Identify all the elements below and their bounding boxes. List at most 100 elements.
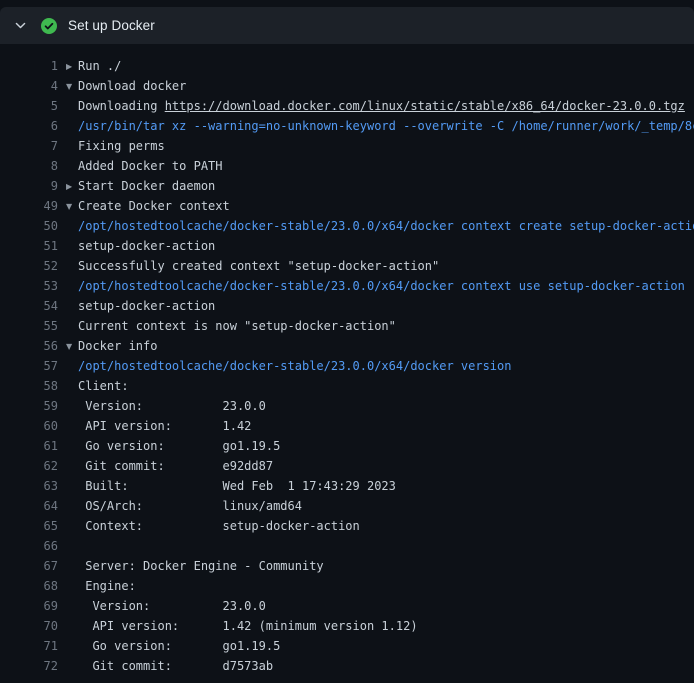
line-content: Engine: [66,576,136,596]
group-expanded-arrow-icon[interactable]: ▼ [66,197,78,216]
log-text: Built: Wed Feb 1 17:43:29 2023 [78,479,396,493]
line-number[interactable]: 6 [0,116,58,136]
log-text: API version: 1.42 (minimum version 1.12) [78,619,418,633]
log-text: Start Docker daemon [78,179,215,193]
log-line: 8 Added Docker to PATH [0,156,694,176]
line-content: Added Docker to PATH [66,156,223,176]
log-line: 64 OS/Arch: linux/amd64 [0,496,694,516]
line-content: Current context is now "setup-docker-act… [66,316,396,336]
log-text: Go version: go1.19.5 [78,639,280,653]
line-content: Go version: go1.19.5 [66,636,280,656]
log-line: 71 Go version: go1.19.5 [0,636,694,656]
log-text: setup-docker-action [78,239,215,253]
log-line: 69 Version: 23.0.0 [0,596,694,616]
line-number[interactable]: 7 [0,136,58,156]
log-line: 60 API version: 1.42 [0,416,694,436]
line-content: Git commit: e92dd87 [66,456,273,476]
line-number[interactable]: 8 [0,156,58,176]
log-line: 58 Client: [0,376,694,396]
line-content: Version: 23.0.0 [66,596,266,616]
log-text: Server: Docker Engine - Community [78,559,324,573]
log-group-line[interactable]: 4 ▼Download docker [0,76,694,96]
log-line: 51 setup-docker-action [0,236,694,256]
command-text: /opt/hostedtoolcache/docker-stable/23.0.… [78,219,694,233]
line-number[interactable]: 56 [0,336,58,356]
log-text: Current context is now "setup-docker-act… [78,319,396,333]
log-text: Git commit: e92dd87 [78,459,273,473]
log-line: 55 Current context is now "setup-docker-a… [0,316,694,336]
log-line: 50/opt/hostedtoolcache/docker-stable/23.… [0,216,694,236]
line-content: ▼Create Docker context [66,196,230,216]
log-line: 6/usr/bin/tar xz --warning=no-unknown-ke… [0,116,694,136]
line-number[interactable]: 9 [0,176,58,196]
command-text: /usr/bin/tar xz --warning=no-unknown-key… [78,119,694,133]
line-content: ▼Download docker [66,76,186,96]
line-content: ▶Start Docker daemon [66,176,215,196]
log-text: OS/Arch: linux/amd64 [78,499,302,513]
line-number[interactable]: 64 [0,496,58,516]
line-content: Fixing perms [66,136,165,156]
log-text: Download docker [78,79,186,93]
line-number[interactable]: 72 [0,656,58,676]
line-content: /opt/hostedtoolcache/docker-stable/23.0.… [66,276,685,296]
line-number[interactable]: 61 [0,436,58,456]
log-text: Version: 23.0.0 [78,599,266,613]
log-link[interactable]: https://download.docker.com/linux/static… [165,99,685,113]
line-content: Version: 23.0.0 [66,396,266,416]
line-number[interactable]: 62 [0,456,58,476]
line-number[interactable]: 71 [0,636,58,656]
line-number[interactable]: 67 [0,556,58,576]
line-number[interactable]: 54 [0,296,58,316]
line-content: Built: Wed Feb 1 17:43:29 2023 [66,476,396,496]
line-number[interactable]: 57 [0,356,58,376]
line-content: Client: [66,376,129,396]
log-text: Go version: go1.19.5 [78,439,280,453]
log-line: 57/opt/hostedtoolcache/docker-stable/23.… [0,356,694,376]
line-number[interactable]: 52 [0,256,58,276]
line-number[interactable]: 69 [0,596,58,616]
group-collapsed-arrow-icon[interactable]: ▶ [66,177,78,196]
line-number[interactable]: 63 [0,476,58,496]
line-number[interactable]: 1 [0,56,58,76]
step-header[interactable]: Set up Docker [0,7,694,44]
group-collapsed-arrow-icon[interactable]: ▶ [66,57,78,76]
line-content: API version: 1.42 [66,416,251,436]
line-number[interactable]: 66 [0,536,58,556]
line-number[interactable]: 51 [0,236,58,256]
line-content: /usr/bin/tar xz --warning=no-unknown-key… [66,116,694,136]
line-number[interactable]: 65 [0,516,58,536]
log-text: API version: 1.42 [78,419,251,433]
line-number[interactable]: 55 [0,316,58,336]
chevron-down-icon[interactable] [14,19,28,32]
log-line: 52Successfully created context "setup-do… [0,256,694,276]
line-number[interactable]: 50 [0,216,58,236]
line-number[interactable]: 70 [0,616,58,636]
log-group-line[interactable]: 56 ▼Docker info [0,336,694,356]
log-line: 62 Git commit: e92dd87 [0,456,694,476]
log: 1▶Run ./4▼Download docker5Downloading ht… [0,44,694,676]
line-content: /opt/hostedtoolcache/docker-stable/23.0.… [66,356,511,376]
line-number[interactable]: 60 [0,416,58,436]
line-number[interactable]: 59 [0,396,58,416]
line-number[interactable]: 5 [0,96,58,116]
log-text: Git commit: d7573ab [78,659,273,673]
log-text: Docker info [78,339,157,353]
log-group-line[interactable]: 9 ▶Start Docker daemon [0,176,694,196]
group-expanded-arrow-icon[interactable]: ▼ [66,77,78,96]
log-group-line[interactable]: 49 ▼Create Docker context [0,196,694,216]
line-number[interactable]: 53 [0,276,58,296]
line-content: ▼Docker info [66,336,157,356]
line-number[interactable]: 4 [0,76,58,96]
line-content: Git commit: d7573ab [66,656,273,676]
log-text: Client: [78,379,129,393]
group-expanded-arrow-icon[interactable]: ▼ [66,337,78,356]
line-content: Downloading https://download.docker.com/… [66,96,685,116]
log-group-line[interactable]: 1▶Run ./ [0,56,694,76]
line-content [66,536,78,556]
line-content: OS/Arch: linux/amd64 [66,496,302,516]
log-text: setup-docker-action [78,299,215,313]
line-number[interactable]: 68 [0,576,58,596]
line-number[interactable]: 49 [0,196,58,216]
line-number[interactable]: 58 [0,376,58,396]
log-line: 61 Go version: go1.19.5 [0,436,694,456]
